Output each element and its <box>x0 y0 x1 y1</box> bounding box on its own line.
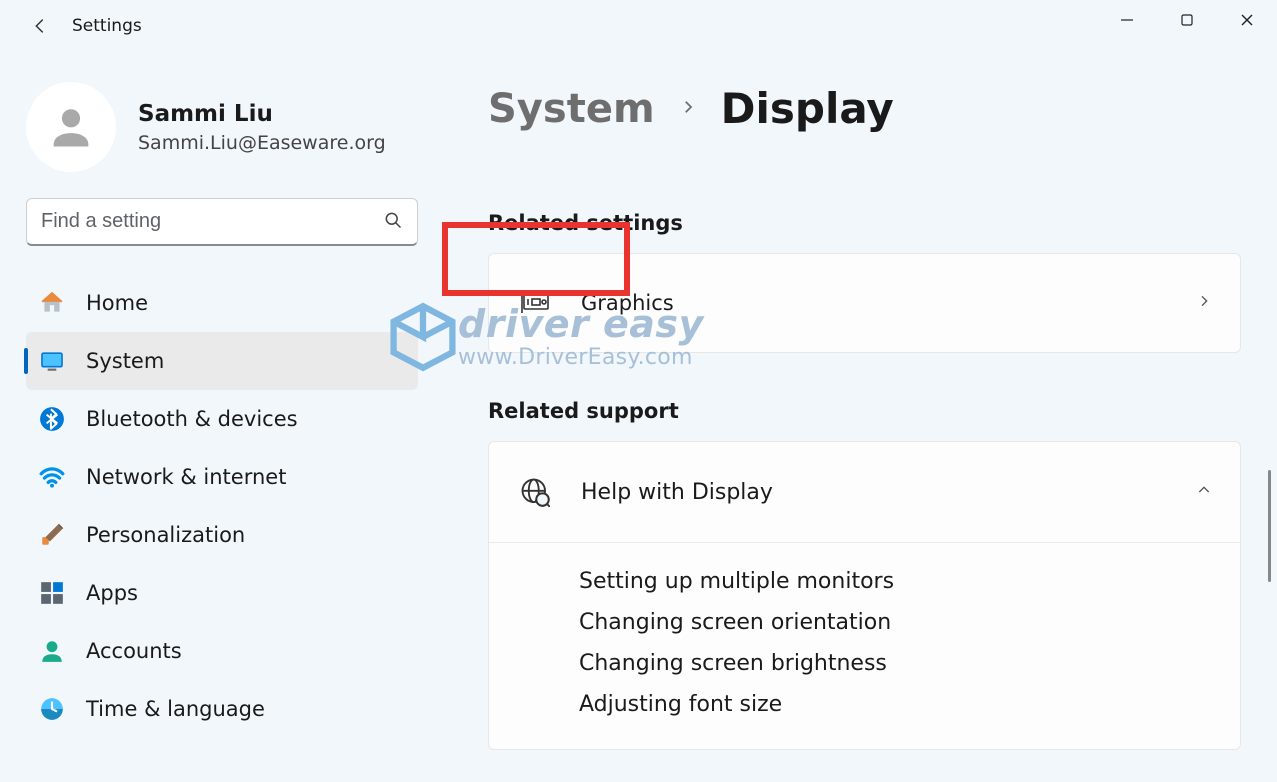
search-input[interactable] <box>41 210 383 233</box>
help-card: Help with Display Setting up multiple mo… <box>488 441 1241 750</box>
search-box[interactable] <box>26 198 418 246</box>
personalization-icon <box>38 521 66 549</box>
help-title: Help with Display <box>581 480 1196 505</box>
profile-name: Sammi Liu <box>138 100 386 130</box>
sidebar: Sammi Liu Sammi.Liu@Easeware.org Home <box>0 52 440 782</box>
breadcrumb-parent[interactable]: System <box>488 86 655 132</box>
person-icon <box>45 101 97 153</box>
minimize-icon <box>1120 13 1134 27</box>
sidebar-item-apps[interactable]: Apps <box>26 564 418 622</box>
help-link-multiple-monitors[interactable]: Setting up multiple monitors <box>579 561 1240 602</box>
maximize-icon <box>1180 13 1194 27</box>
help-body: Setting up multiple monitors Changing sc… <box>489 542 1240 749</box>
back-arrow-icon <box>29 15 51 37</box>
sidebar-item-label: Personalization <box>86 523 245 547</box>
sidebar-item-label: Home <box>86 291 148 315</box>
apps-icon <box>38 579 66 607</box>
graphics-icon <box>517 285 553 321</box>
content-area: System Display Related settings Graphics… <box>440 52 1277 782</box>
avatar <box>26 82 116 172</box>
nav: Home System Bluetooth & devices Network … <box>26 274 418 738</box>
sidebar-item-time[interactable]: Time & language <box>26 680 418 738</box>
sidebar-item-bluetooth[interactable]: Bluetooth & devices <box>26 390 418 448</box>
search-icon <box>383 210 403 234</box>
sidebar-item-label: Bluetooth & devices <box>86 407 298 431</box>
graphics-card: Graphics <box>488 253 1241 353</box>
sidebar-item-label: Network & internet <box>86 465 286 489</box>
profile-email: Sammi.Liu@Easeware.org <box>138 132 386 154</box>
scrollbar-thumb[interactable] <box>1268 470 1271 582</box>
chevron-right-icon <box>1196 293 1212 313</box>
profile-block[interactable]: Sammi Liu Sammi.Liu@Easeware.org <box>26 82 418 172</box>
sidebar-item-home[interactable]: Home <box>26 274 418 332</box>
help-header[interactable]: Help with Display <box>489 442 1240 542</box>
chevron-up-icon <box>1196 482 1212 502</box>
home-icon <box>38 289 66 317</box>
help-link-orientation[interactable]: Changing screen orientation <box>579 602 1240 643</box>
system-icon <box>38 347 66 375</box>
section-related-settings: Related settings <box>488 211 1241 235</box>
graphics-row[interactable]: Graphics <box>489 254 1240 352</box>
help-link-brightness[interactable]: Changing screen brightness <box>579 643 1240 684</box>
sidebar-item-accounts[interactable]: Accounts <box>26 622 418 680</box>
sidebar-item-personalization[interactable]: Personalization <box>26 506 418 564</box>
window-minimize-button[interactable] <box>1097 0 1157 40</box>
sidebar-item-network[interactable]: Network & internet <box>26 448 418 506</box>
globe-help-icon <box>517 474 553 510</box>
sidebar-item-label: Accounts <box>86 639 182 663</box>
sidebar-item-label: System <box>86 349 164 373</box>
chevron-right-icon <box>679 98 697 120</box>
window-close-button[interactable] <box>1217 0 1277 40</box>
graphics-label: Graphics <box>581 291 1196 315</box>
section-related-support: Related support <box>488 399 1241 423</box>
help-link-font-size[interactable]: Adjusting font size <box>579 684 1240 725</box>
sidebar-item-label: Time & language <box>86 697 265 721</box>
breadcrumb: System Display <box>488 84 1241 133</box>
breadcrumb-current: Display <box>721 84 894 133</box>
back-button[interactable] <box>22 8 58 44</box>
wifi-icon <box>38 463 66 491</box>
window-maximize-button[interactable] <box>1157 0 1217 40</box>
time-icon <box>38 695 66 723</box>
sidebar-item-label: Apps <box>86 581 138 605</box>
sidebar-item-system[interactable]: System <box>26 332 418 390</box>
bluetooth-icon <box>38 405 66 433</box>
app-title: Settings <box>72 16 142 36</box>
close-icon <box>1240 13 1254 27</box>
accounts-icon <box>38 637 66 665</box>
